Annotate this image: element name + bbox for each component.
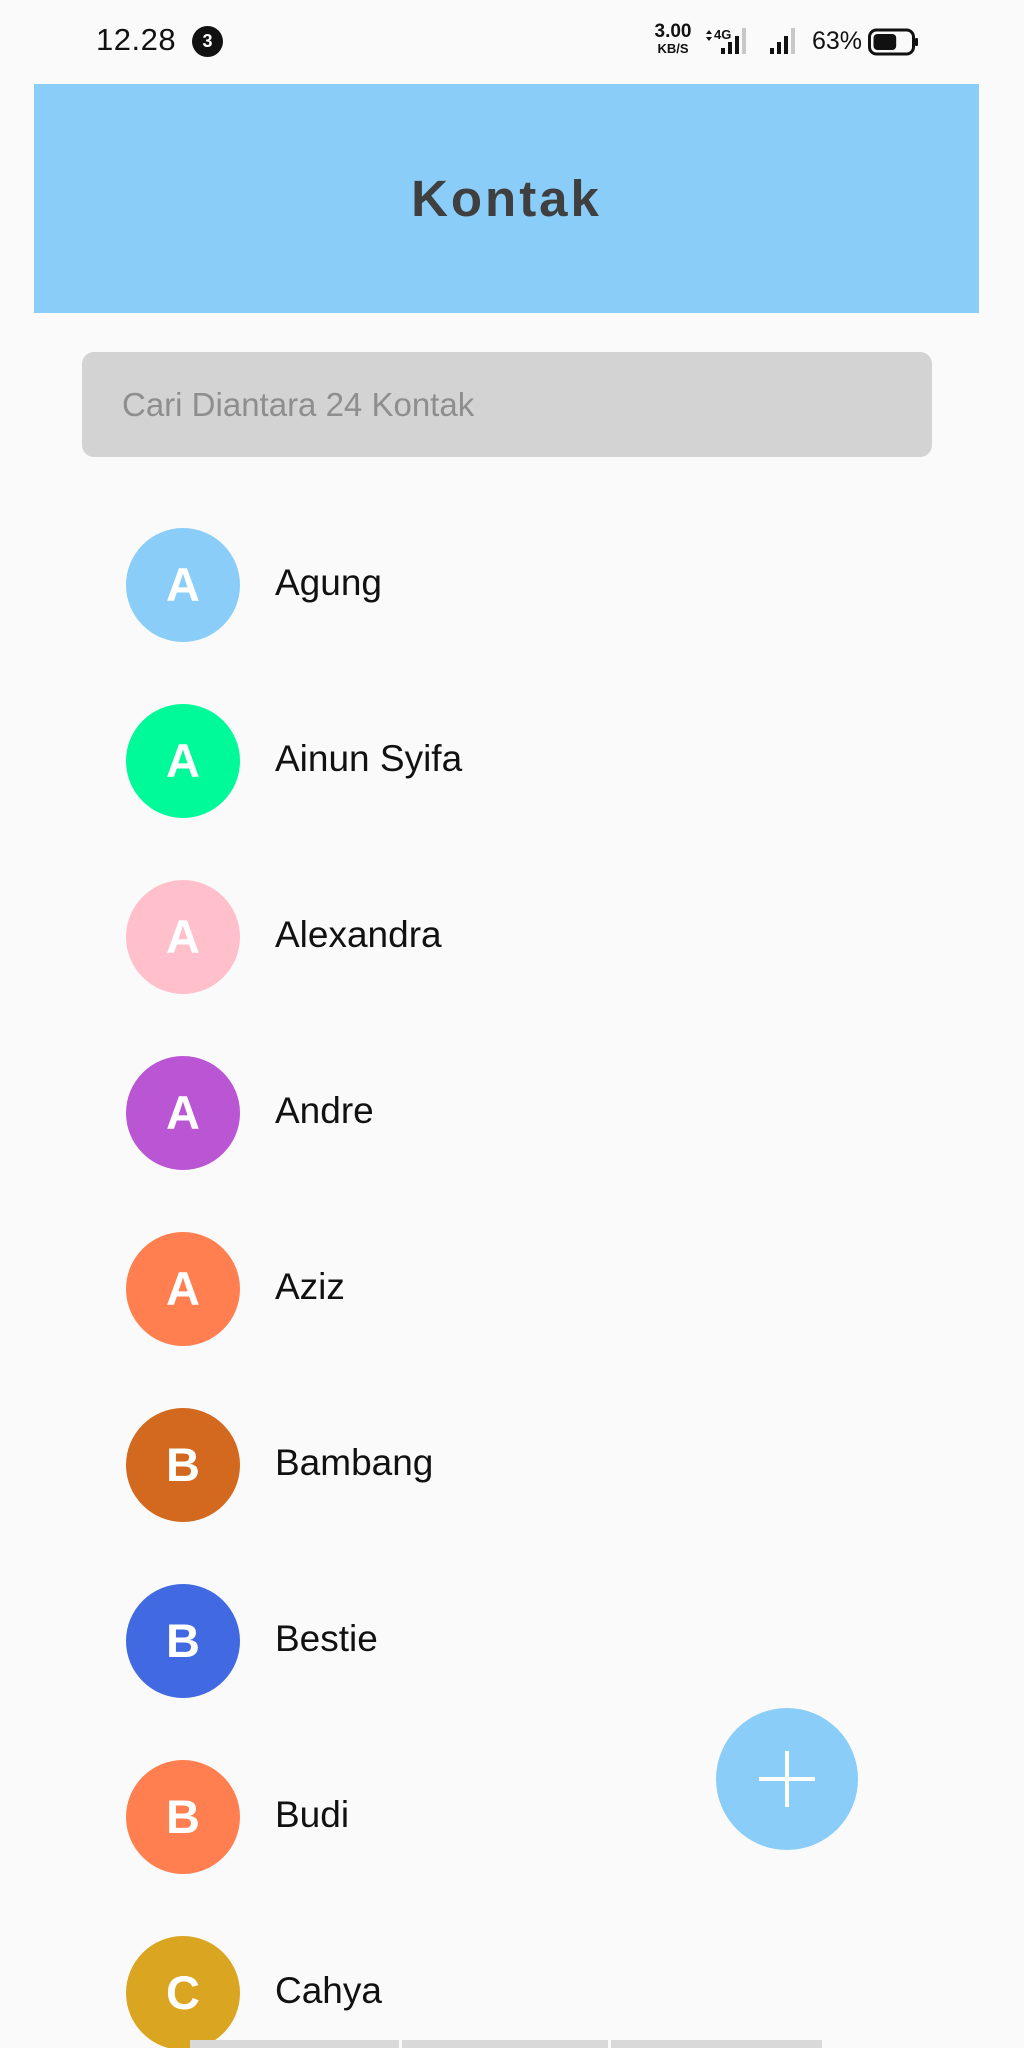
contact-item[interactable]: A Andre: [120, 1056, 900, 1180]
contacts-screen: 12.28 3 3.00 KB/S 4G 63% Kontak Cari Dia…: [0, 0, 1024, 2048]
contact-name: Bestie: [275, 1618, 378, 1659]
contact-item[interactable]: A Alexandra: [120, 880, 900, 1004]
contact-list: A Agung A Ainun Syifa A Alexandra A Andr…: [0, 0, 1024, 2048]
avatar: B: [126, 1760, 240, 1874]
plus-icon: [759, 1751, 815, 1807]
contact-name: Ainun Syifa: [275, 738, 463, 779]
avatar: A: [126, 880, 240, 994]
contact-name: Aziz: [275, 1266, 345, 1307]
avatar: A: [126, 704, 240, 818]
avatar: A: [126, 528, 240, 642]
contact-name: Cahya: [275, 1970, 382, 2011]
avatar: B: [126, 1584, 240, 1698]
contact-name: Andre: [275, 1090, 374, 1131]
avatar: A: [126, 1056, 240, 1170]
contact-name: Agung: [275, 562, 382, 603]
divider: [399, 2040, 402, 2048]
avatar: A: [126, 1232, 240, 1346]
contact-name: Alexandra: [275, 914, 442, 955]
contact-item[interactable]: A Agung: [120, 528, 900, 652]
add-contact-button[interactable]: [716, 1708, 858, 1850]
bottom-bar-hint: [190, 2040, 822, 2048]
contact-item[interactable]: A Aziz: [120, 1232, 900, 1356]
contact-name: Budi: [275, 1794, 350, 1835]
contact-item[interactable]: B Bestie: [120, 1584, 900, 1708]
contact-item[interactable]: C Cahya: [120, 1936, 900, 2048]
contact-item[interactable]: B Bambang: [120, 1408, 900, 1532]
avatar: B: [126, 1408, 240, 1522]
avatar: C: [126, 1936, 240, 2048]
contact-item[interactable]: A Ainun Syifa: [120, 704, 900, 828]
divider: [608, 2040, 611, 2048]
contact-name: Bambang: [275, 1442, 434, 1483]
